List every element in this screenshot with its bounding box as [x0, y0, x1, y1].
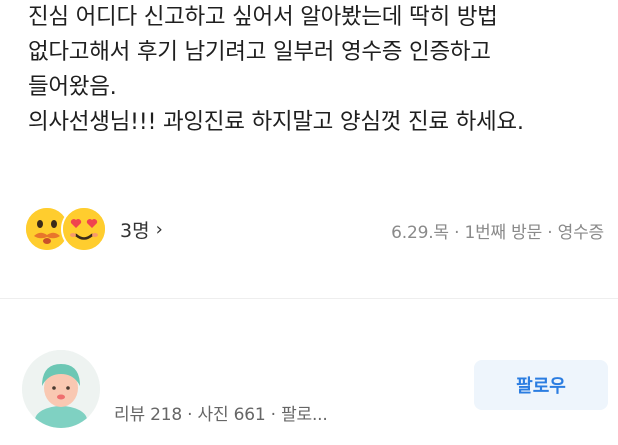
avatar[interactable]	[22, 350, 100, 428]
reviewer-profile: 리뷰 218 · 사진 661 · 팔로... 팔로우	[0, 340, 618, 440]
follow-button[interactable]: 팔로우	[474, 360, 608, 410]
reviewer-stats: 리뷰 218 · 사진 661 · 팔로...	[114, 405, 328, 425]
chevron-right-icon: ›	[155, 219, 163, 240]
review-line: 의사선생님!!! 과잉진료 하지말고 양심껏 진료 하세요.	[28, 109, 524, 135]
reaction-count-link[interactable]: 3명 ›	[120, 216, 163, 243]
reaction-row: 3명 › 6.29.목 · 1번째 방문 · 영수증	[24, 206, 608, 258]
heart-eyes-emoji-icon[interactable]	[61, 206, 107, 252]
review-text: 진심 어디다 신고하고 싶어서 알아봤는데 딱히 방법 없다고해서 후기 남기려…	[28, 0, 608, 140]
visit-meta: 6.29.목 · 1번째 방문 · 영수증	[391, 223, 604, 243]
review-line: 없다고해서 후기 남기려고 일부러 영수증 인증하고	[28, 39, 491, 65]
review-line: 들어왔음.	[28, 74, 117, 100]
reaction-count-label: 3명	[120, 220, 150, 242]
divider	[0, 298, 618, 299]
review-line: 진심 어디다 신고하고 싶어서 알아봤는데 딱히 방법	[28, 4, 498, 30]
